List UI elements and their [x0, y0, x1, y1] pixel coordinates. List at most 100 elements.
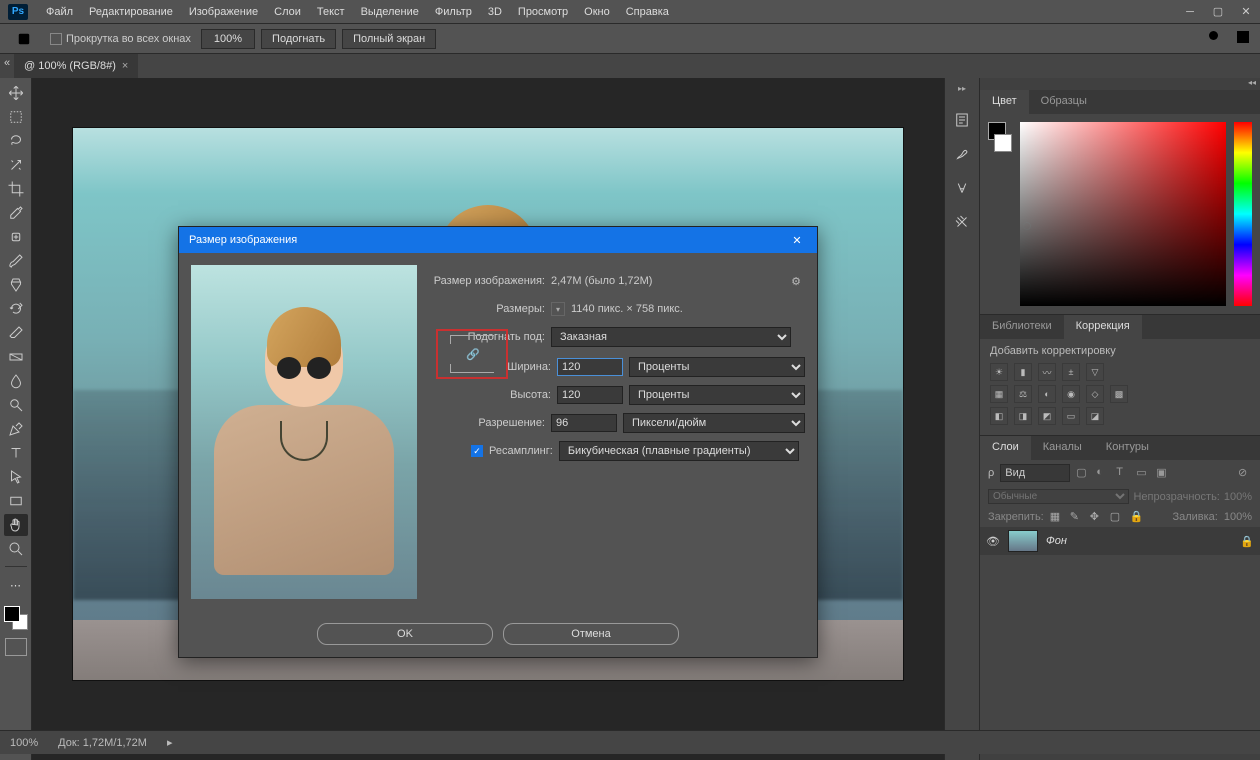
tab-libraries[interactable]: Библиотеки	[980, 315, 1064, 339]
tab-swatches[interactable]: Образцы	[1029, 90, 1099, 114]
height-input[interactable]	[557, 386, 623, 404]
history-brush-tool[interactable]	[4, 298, 28, 320]
layer-visibility-icon[interactable]: 👁	[986, 535, 1000, 548]
filter-pixel-icon[interactable]: ▢	[1076, 466, 1090, 480]
resolution-unit-select[interactable]: Пиксели/дюйм	[623, 413, 805, 433]
menu-help[interactable]: Справка	[618, 2, 677, 22]
zoom-level-field[interactable]: 100%	[201, 29, 255, 49]
layer-name-label[interactable]: Фон	[1046, 535, 1232, 547]
brush-settings-icon[interactable]	[952, 144, 972, 164]
full-screen-button[interactable]: Полный экран	[342, 29, 436, 49]
lock-pixels-icon[interactable]: ✎	[1070, 510, 1084, 524]
channel-mixer-icon[interactable]: ◇	[1086, 385, 1104, 403]
selective-color-icon[interactable]: ◪	[1086, 407, 1104, 425]
clone-stamp-tool[interactable]	[4, 274, 28, 296]
dialog-close-icon[interactable]: ✕	[787, 230, 807, 250]
layer-thumbnail[interactable]	[1008, 530, 1038, 552]
dialog-preview[interactable]	[191, 265, 417, 599]
filter-shape-icon[interactable]: ▭	[1136, 466, 1150, 480]
layer-row[interactable]: 👁 Фон 🔒	[980, 527, 1260, 555]
window-maximize-icon[interactable]: ▢	[1204, 0, 1232, 24]
gradient-tool[interactable]	[4, 346, 28, 368]
color-picker-field[interactable]	[1020, 122, 1226, 306]
blend-mode-select[interactable]: Обычные	[988, 489, 1129, 504]
height-unit-select[interactable]: Проценты	[629, 385, 805, 405]
menu-type[interactable]: Текст	[309, 2, 353, 22]
levels-icon[interactable]: ▮	[1014, 363, 1032, 381]
filter-smart-icon[interactable]: ▣	[1156, 466, 1170, 480]
pen-tool[interactable]	[4, 418, 28, 440]
filter-type-icon[interactable]: T	[1116, 466, 1130, 480]
dimensions-popup-icon[interactable]: ▾	[551, 302, 565, 316]
status-doc-size[interactable]: Док: 1,72M/1,72M	[58, 737, 147, 749]
search-icon[interactable]	[1206, 28, 1224, 49]
quick-mask-toggle[interactable]	[5, 638, 27, 656]
workspace-icon[interactable]	[1234, 28, 1252, 49]
menu-3d[interactable]: 3D	[480, 2, 510, 22]
posterize-icon[interactable]: ◨	[1014, 407, 1032, 425]
history-panel-icon[interactable]	[952, 110, 972, 130]
properties-panel-icon[interactable]	[952, 212, 972, 232]
bw-icon[interactable]: ◐	[1038, 385, 1056, 403]
brush-tool[interactable]	[4, 250, 28, 272]
window-close-icon[interactable]: ✕	[1232, 0, 1260, 24]
dialog-settings-icon[interactable]: ⚙	[791, 275, 801, 288]
edit-toolbar-icon[interactable]: ⋯	[4, 574, 28, 596]
character-panel-icon[interactable]	[952, 178, 972, 198]
tab-paths[interactable]: Контуры	[1094, 436, 1161, 460]
menu-select[interactable]: Выделение	[353, 2, 427, 22]
cancel-button[interactable]: Отмена	[503, 623, 679, 645]
invert-icon[interactable]: ◧	[990, 407, 1008, 425]
lock-position-icon[interactable]: ✥	[1090, 510, 1104, 524]
collapse-tabs-icon[interactable]: «	[0, 54, 14, 78]
fill-value[interactable]: 100%	[1224, 511, 1252, 523]
exposure-icon[interactable]: ±	[1062, 363, 1080, 381]
menu-filter[interactable]: Фильтр	[427, 2, 480, 22]
menu-window[interactable]: Окно	[576, 2, 618, 22]
magic-wand-tool[interactable]	[4, 154, 28, 176]
color-lookup-icon[interactable]: ▩	[1110, 385, 1128, 403]
photo-filter-icon[interactable]: ◉	[1062, 385, 1080, 403]
lock-transparent-icon[interactable]: ▦	[1050, 510, 1064, 524]
threshold-icon[interactable]: ◩	[1038, 407, 1056, 425]
width-input[interactable]	[557, 358, 623, 376]
tab-channels[interactable]: Каналы	[1031, 436, 1094, 460]
eyedropper-tool[interactable]	[4, 202, 28, 224]
window-minimize-icon[interactable]: ─	[1176, 0, 1204, 24]
filter-toggle-icon[interactable]: ⊘	[1238, 466, 1252, 480]
lock-all-icon[interactable]: 🔒	[1130, 510, 1144, 524]
expand-dock-icon[interactable]: ▸▸	[945, 84, 979, 96]
lock-artboard-icon[interactable]: ▢	[1110, 510, 1124, 524]
hue-sat-icon[interactable]: ▦	[990, 385, 1008, 403]
fit-screen-button[interactable]: Подогнать	[261, 29, 336, 49]
brightness-contrast-icon[interactable]: ☀	[990, 363, 1008, 381]
layer-filter-input[interactable]	[1000, 464, 1070, 482]
path-selection-tool[interactable]	[4, 466, 28, 488]
curves-icon[interactable]: 〰	[1038, 363, 1056, 381]
menu-edit[interactable]: Редактирование	[81, 2, 181, 22]
color-balance-icon[interactable]: ⚖	[1014, 385, 1032, 403]
tab-color[interactable]: Цвет	[980, 90, 1029, 114]
bg-color-mini[interactable]	[994, 134, 1012, 152]
dialog-titlebar[interactable]: Размер изображения ✕	[179, 227, 817, 253]
opacity-value[interactable]: 100%	[1224, 491, 1252, 503]
scroll-all-windows-checkbox[interactable]: Прокрутка во всех окнах	[46, 33, 195, 45]
status-chevron-icon[interactable]: ▸	[167, 736, 173, 749]
dodge-tool[interactable]	[4, 394, 28, 416]
crop-tool[interactable]	[4, 178, 28, 200]
type-tool[interactable]	[4, 442, 28, 464]
lasso-tool[interactable]	[4, 130, 28, 152]
tab-adjustments[interactable]: Коррекция	[1064, 315, 1142, 339]
hue-slider[interactable]	[1234, 122, 1252, 306]
width-unit-select[interactable]: Проценты	[629, 357, 805, 377]
resample-checkbox[interactable]: ✓	[471, 445, 483, 457]
resolution-input[interactable]	[551, 414, 617, 432]
move-tool[interactable]	[4, 82, 28, 104]
document-tab[interactable]: @ 100% (RGB/8#) ×	[14, 54, 138, 78]
ok-button[interactable]: OK	[317, 623, 493, 645]
menu-image[interactable]: Изображение	[181, 2, 266, 22]
close-tab-icon[interactable]: ×	[122, 60, 128, 72]
vibrance-icon[interactable]: ▽	[1086, 363, 1104, 381]
blur-tool[interactable]	[4, 370, 28, 392]
healing-brush-tool[interactable]	[4, 226, 28, 248]
